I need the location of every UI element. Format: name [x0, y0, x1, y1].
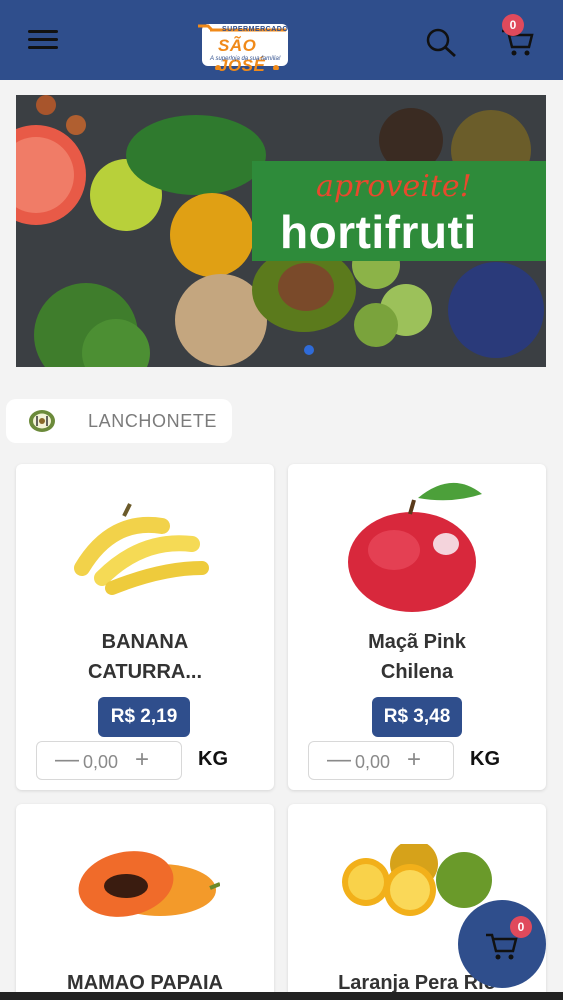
- quantity-value[interactable]: 0,00: [355, 752, 390, 773]
- menu-icon-bar: [28, 46, 58, 49]
- search-button[interactable]: [424, 27, 458, 58]
- banner-title: hortifruti: [280, 206, 477, 258]
- product-name: BANANA: [101, 631, 189, 653]
- quantity-decrease-button[interactable]: —: [55, 748, 79, 772]
- menu-icon-bar: [28, 38, 58, 41]
- carousel-indicator[interactable]: [304, 345, 314, 355]
- product-card[interactable]: Maçã Pink Chilena R$ 3,48 — 0,00 + KG: [288, 464, 546, 790]
- unit-label: KG: [198, 748, 228, 770]
- product-image: [78, 851, 220, 917]
- product-name: Maçã Pink: [368, 631, 466, 653]
- store-logo[interactable]: SUPERMERCADO SÃO JOSÉ A superloja da sua…: [196, 18, 290, 75]
- price-tag: R$ 3,48: [372, 697, 462, 737]
- product-image: [348, 482, 482, 612]
- quantity-stepper: — 0,00 +: [308, 741, 454, 780]
- quantity-value[interactable]: 0,00: [83, 752, 118, 773]
- unit-label: KG: [470, 748, 500, 770]
- menu-icon: [28, 30, 58, 33]
- quantity-stepper: — 0,00 +: [36, 741, 182, 780]
- logo-top-text: SUPERMERCADO: [222, 26, 289, 33]
- floating-cart-count-badge: 0: [510, 916, 532, 938]
- cart-count-badge: 0: [502, 14, 524, 36]
- category-icon: [29, 410, 55, 432]
- product-card[interactable]: BANANA CATURRA... R$ 2,19 — 0,00 + KG: [16, 464, 274, 790]
- product-image: [74, 503, 209, 595]
- banner-script-text: aproveite!: [316, 169, 472, 204]
- product-card[interactable]: MAMAO PAPAIA: [16, 804, 274, 1000]
- category-chip-lanchonete[interactable]: LANCHONETE: [6, 399, 232, 443]
- logo-tagline: A superloja da sua família!: [210, 56, 281, 62]
- quantity-increase-button[interactable]: +: [407, 748, 421, 772]
- search-icon: [426, 28, 456, 58]
- promo-banner[interactable]: aproveite! hortifruti: [16, 95, 546, 367]
- floating-cart-button[interactable]: [458, 900, 546, 988]
- product-name-line2: CATURRA...: [87, 661, 203, 683]
- menu-button[interactable]: [28, 30, 58, 50]
- quantity-increase-button[interactable]: +: [135, 748, 149, 772]
- category-chip-label: LANCHONETE: [88, 411, 218, 431]
- app-header: SUPERMERCADO SÃO JOSÉ A superloja da sua…: [0, 0, 563, 80]
- price-tag: R$ 2,19: [98, 697, 190, 737]
- bottom-edge-bar: [0, 992, 563, 1000]
- product-name-line2: Chilena: [380, 661, 454, 683]
- quantity-decrease-button[interactable]: —: [327, 748, 351, 772]
